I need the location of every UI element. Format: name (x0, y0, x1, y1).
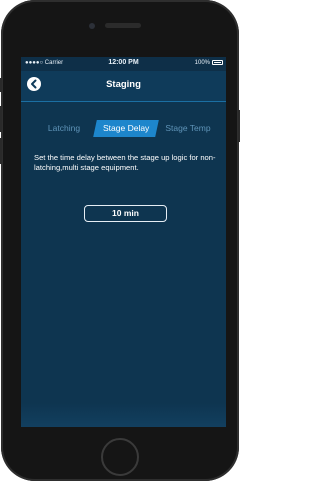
status-bar: ●●●●○ Carrier 12:00 PM 100% (21, 57, 226, 71)
tab-stage-delay[interactable]: Stage Delay (93, 120, 159, 137)
home-button[interactable] (101, 438, 139, 476)
tab-latching[interactable]: Latching (35, 120, 93, 137)
mute-switch (0, 78, 2, 92)
tab-stage-delay-label: Stage Delay (102, 123, 150, 133)
nav-bar: Staging (21, 71, 226, 102)
phone-frame: ●●●●○ Carrier 12:00 PM 100% Staging Latc… (0, 0, 240, 481)
delay-value-button[interactable]: 10 min (84, 205, 167, 222)
app-screen: ●●●●○ Carrier 12:00 PM 100% Staging Latc… (21, 57, 226, 427)
segment-tabs: Latching Stage Delay Stage Temp (35, 120, 217, 137)
battery-percent: 100% (194, 60, 210, 66)
speaker-grille (105, 23, 141, 28)
page-title: Staging (106, 79, 141, 90)
front-camera (89, 23, 95, 29)
tab-latching-label: Latching (47, 123, 81, 133)
battery-icon (212, 60, 223, 65)
tab-stage-temp[interactable]: Stage Temp (159, 120, 217, 137)
volume-up-button (0, 106, 2, 132)
bottom-gradient (21, 403, 226, 427)
stage-delay-description: Set the time delay between the stage up … (34, 153, 216, 172)
tab-stage-temp-label: Stage Temp (165, 123, 211, 133)
volume-down-button (0, 138, 2, 164)
power-button (238, 110, 240, 142)
